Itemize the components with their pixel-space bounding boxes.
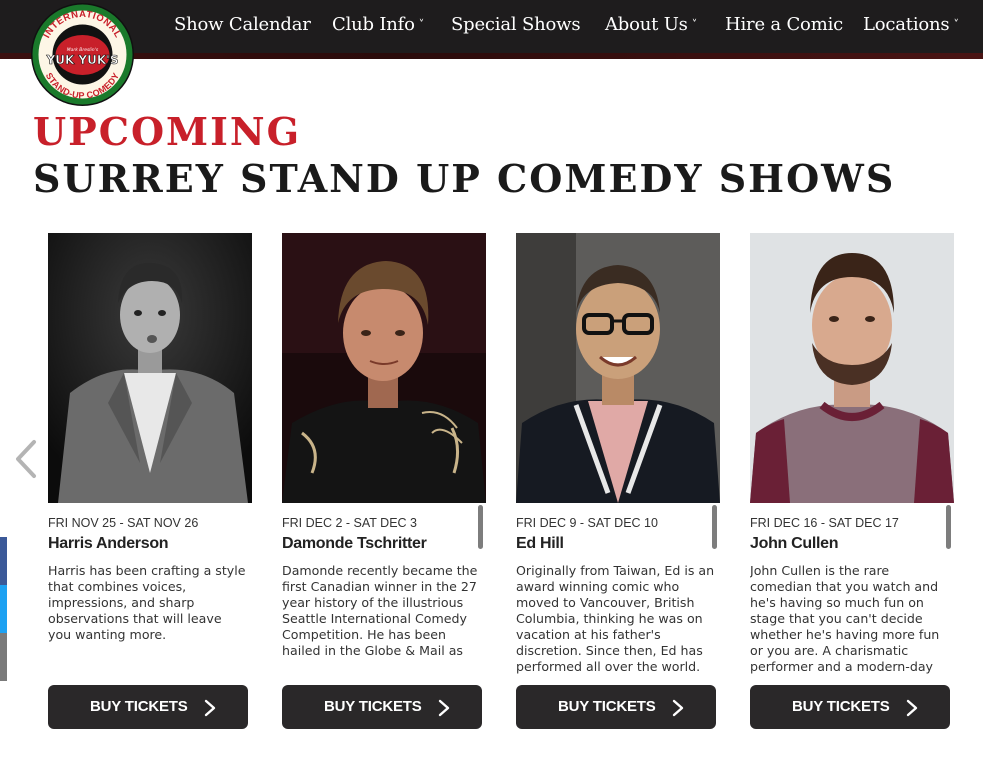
- chevron-left-icon[interactable]: [10, 438, 40, 480]
- show-description: John Cullen is the rare comedian that yo…: [750, 563, 940, 674]
- comedian-name[interactable]: Ed Hill: [516, 535, 564, 553]
- show-description: Originally from Taiwan, Ed is an award w…: [516, 563, 715, 674]
- nav-about-us[interactable]: About Us ˅: [605, 14, 697, 40]
- chevron-right-icon: [672, 699, 684, 717]
- comedian-name[interactable]: John Cullen: [750, 535, 839, 553]
- nav-show-calendar[interactable]: Show Calendar: [174, 14, 311, 40]
- page-title: SURREY STAND UP COMEDY SHOWS: [33, 156, 896, 201]
- main-nav: Show Calendar Club Info ˅ Special Shows A…: [174, 0, 973, 53]
- chevron-right-icon: [204, 699, 216, 717]
- show-card: FRI DEC 9 - SAT DEC 10 Ed Hill Originall…: [516, 233, 720, 733]
- nav-label: Locations: [863, 14, 950, 35]
- facebook-share-icon[interactable]: [0, 537, 7, 585]
- show-date: FRI NOV 25 - SAT NOV 26: [48, 516, 199, 530]
- buy-tickets-button[interactable]: BUY TICKETS: [516, 685, 716, 729]
- description-scrollbar[interactable]: [712, 505, 717, 549]
- nav-club-info[interactable]: Club Info ˅: [332, 14, 424, 40]
- buy-tickets-label: BUY TICKETS: [792, 698, 890, 715]
- chevron-down-icon: ˅: [418, 18, 425, 31]
- nav-label: Club Info: [332, 14, 415, 35]
- nav-special-shows[interactable]: Special Shows: [451, 14, 581, 40]
- nav-label: About Us: [605, 14, 688, 35]
- buy-tickets-button[interactable]: BUY TICKETS: [750, 685, 950, 729]
- buy-tickets-label: BUY TICKETS: [90, 698, 188, 715]
- nav-label: Show Calendar: [174, 14, 311, 35]
- email-share-icon[interactable]: [0, 633, 7, 681]
- description-scrollbar[interactable]: [478, 505, 483, 549]
- twitter-share-icon[interactable]: [0, 585, 7, 633]
- nav-label: Hire a Comic: [725, 14, 844, 35]
- header-accent-stripe: [0, 53, 983, 59]
- show-description: Damonde recently became the first Canadi…: [282, 563, 478, 658]
- heading-upcoming: UPCOMING: [33, 109, 302, 154]
- show-date: FRI DEC 9 - SAT DEC 10: [516, 516, 658, 530]
- comedian-photo-harris-anderson[interactable]: [48, 233, 252, 503]
- show-card: FRI NOV 25 - SAT NOV 26 Harris Anderson …: [48, 233, 252, 733]
- show-date: FRI DEC 16 - SAT DEC 17: [750, 516, 899, 530]
- chevron-right-icon: [438, 699, 450, 717]
- show-card: FRI DEC 16 - SAT DEC 17 John Cullen John…: [750, 233, 954, 733]
- show-date: FRI DEC 2 - SAT DEC 3: [282, 516, 417, 530]
- nav-hire-a-comic[interactable]: Hire a Comic: [725, 14, 843, 40]
- nav-label: Special Shows: [451, 14, 581, 35]
- buy-tickets-button[interactable]: BUY TICKETS: [48, 685, 248, 729]
- chevron-down-icon: ˅: [953, 18, 959, 31]
- comedian-photo-john-cullen[interactable]: [750, 233, 954, 503]
- show-card: FRI DEC 2 - SAT DEC 3 Damonde Tschritter…: [282, 233, 486, 733]
- comedian-photo-ed-hill[interactable]: [516, 233, 720, 503]
- comedian-photo-damonde-tschritter[interactable]: [282, 233, 486, 503]
- buy-tickets-button[interactable]: BUY TICKETS: [282, 685, 482, 729]
- chevron-down-icon: ˅: [691, 18, 698, 31]
- logo-text-center: YUK YUK'S: [46, 53, 119, 67]
- show-description: Harris has been crafting a style that co…: [48, 563, 246, 642]
- description-scrollbar[interactable]: [946, 505, 951, 549]
- comedian-name[interactable]: Damonde Tschritter: [282, 535, 427, 553]
- yuk-yuks-logo-icon[interactable]: INTERNATIONAL STAND-UP COMEDY Mark Bresl…: [31, 3, 134, 106]
- nav-locations[interactable]: Locations ˅: [863, 14, 959, 40]
- chevron-right-icon: [906, 699, 918, 717]
- comedian-name[interactable]: Harris Anderson: [48, 535, 169, 553]
- buy-tickets-label: BUY TICKETS: [324, 698, 422, 715]
- buy-tickets-label: BUY TICKETS: [558, 698, 656, 715]
